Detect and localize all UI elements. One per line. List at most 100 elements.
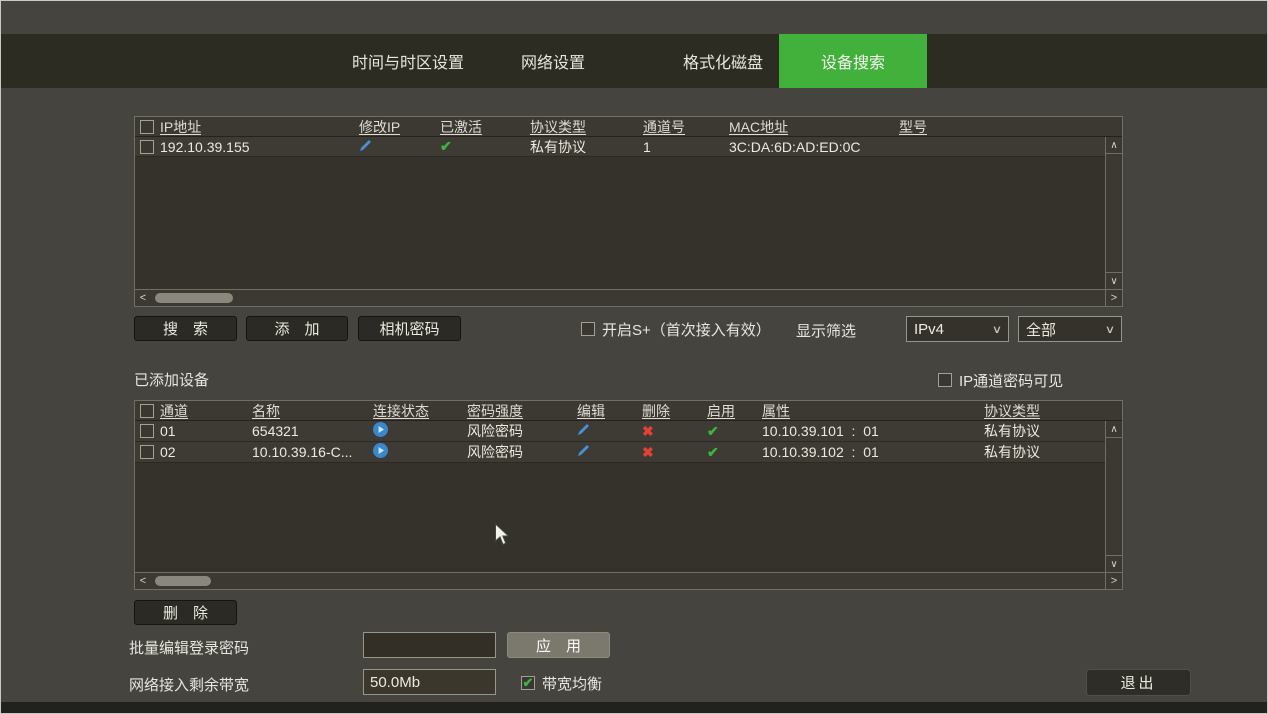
column-header-enable[interactable]: 启用 xyxy=(707,401,735,421)
bandwidth-label: 网络接入剩余带宽 xyxy=(129,674,249,695)
ip-channel-password-option: IP通道密码可见 xyxy=(938,370,1063,390)
table-row[interactable]: 192.10.39.155 ✔ 私有协议 1 3C:DA:6D:AD:ED:0C xyxy=(135,137,1105,157)
apply-button[interactable]: 应 用 xyxy=(507,632,610,658)
search-table-body: 192.10.39.155 ✔ 私有协议 1 3C:DA:6D:AD:ED:0C… xyxy=(135,137,1122,289)
row-checkbox[interactable] xyxy=(140,445,154,459)
scroll-left-icon[interactable]: < xyxy=(135,573,151,589)
exit-button[interactable]: 退出 xyxy=(1086,669,1191,696)
column-header-connection[interactable]: 连接状态 xyxy=(373,401,429,421)
edit-icon[interactable] xyxy=(577,423,590,439)
bandwidth-balance-option: ✔ 带宽均衡 xyxy=(521,673,602,693)
cell-protocol: 私有协议 xyxy=(984,421,1040,441)
scope-value: 全部 xyxy=(1026,319,1056,340)
horizontal-scrollbar[interactable]: < > xyxy=(135,572,1122,589)
cell-attribute: 10.10.39.102 : 01 xyxy=(762,444,879,460)
column-header-delete[interactable]: 删除 xyxy=(642,401,670,421)
scope-dropdown[interactable]: 全部 ∨ xyxy=(1018,316,1122,342)
ip-channel-password-label: IP通道密码可见 xyxy=(959,370,1063,391)
column-header-protocol[interactable]: 协议类型 xyxy=(530,117,586,137)
tab-time-timezone[interactable]: 时间与时区设置 xyxy=(333,34,483,88)
camera-password-button[interactable]: 相机密码 xyxy=(358,316,461,341)
scroll-down-icon[interactable]: ∨ xyxy=(1106,272,1122,289)
cell-channel: 02 xyxy=(160,444,176,460)
scroll-up-icon[interactable]: ∧ xyxy=(1106,137,1122,154)
connection-status-play-icon[interactable] xyxy=(373,443,388,461)
table-row[interactable]: 01 654321 风险密码 ✖ ✔ 10.10.39.101 : 01 xyxy=(135,421,1105,442)
activated-check-icon: ✔ xyxy=(440,138,452,155)
s-plus-label: 开启S+（首次接入有效） xyxy=(602,319,771,340)
scrollbar-thumb[interactable] xyxy=(155,576,211,586)
s-plus-option: 开启S+（首次接入有效） xyxy=(581,319,771,339)
column-header-password-strength[interactable]: 密码强度 xyxy=(467,401,523,421)
enable-check-icon[interactable]: ✔ xyxy=(707,423,719,440)
vertical-scrollbar[interactable]: ∧ ∨ xyxy=(1105,137,1122,289)
scroll-down-icon[interactable]: ∨ xyxy=(1106,555,1122,572)
row-checkbox[interactable] xyxy=(140,424,154,438)
cell-protocol: 私有协议 xyxy=(530,137,586,157)
scroll-left-icon[interactable]: < xyxy=(135,290,151,306)
delete-icon[interactable]: ✖ xyxy=(642,423,654,440)
connection-status-play-icon[interactable] xyxy=(373,422,388,440)
bandwidth-balance-label: 带宽均衡 xyxy=(542,673,602,694)
cell-ip: 192.10.39.155 xyxy=(160,139,250,155)
tab-device-search[interactable]: 设备搜索 xyxy=(779,34,927,88)
horizontal-scrollbar[interactable]: < > xyxy=(135,289,1122,306)
filter-label: 显示筛选 xyxy=(796,320,856,341)
cell-password-strength: 风险密码 xyxy=(467,442,523,462)
column-header-modify-ip[interactable]: 修改IP xyxy=(359,117,400,137)
column-header-channel[interactable]: 通道 xyxy=(160,401,188,421)
select-all-checkbox[interactable] xyxy=(140,120,154,134)
delete-icon[interactable]: ✖ xyxy=(642,444,654,461)
added-devices-table: 通道 名称 连接状态 密码强度 编辑 删除 启用 属性 协议类型 01 6543… xyxy=(134,400,1123,590)
row-checkbox[interactable] xyxy=(140,140,154,154)
add-button[interactable]: 添 加 xyxy=(246,316,348,341)
column-header-channel-no[interactable]: 通道号 xyxy=(643,117,685,137)
added-table-header: 通道 名称 连接状态 密码强度 编辑 删除 启用 属性 协议类型 xyxy=(135,401,1122,421)
added-table-body: 01 654321 风险密码 ✖ ✔ 10.10.39.101 : 01 xyxy=(135,421,1122,572)
device-search-window: 时间与时区设置 网络设置 格式化磁盘 设备搜索 IP地址 修改IP 已激活 协议… xyxy=(0,0,1268,714)
tab-format-disk[interactable]: 格式化磁盘 xyxy=(648,34,798,88)
vertical-scrollbar[interactable]: ∧ ∨ xyxy=(1105,421,1122,572)
batch-password-input[interactable] xyxy=(363,632,496,658)
cell-channel-no: 1 xyxy=(643,139,651,155)
bottom-strip xyxy=(1,702,1267,713)
cell-mac: 3C:DA:6D:AD:ED:0C xyxy=(729,139,860,155)
settings-tabbar: 时间与时区设置 网络设置 格式化磁盘 设备搜索 xyxy=(1,34,1267,88)
column-header-model[interactable]: 型号 xyxy=(899,117,927,137)
search-button[interactable]: 搜 索 xyxy=(134,316,237,341)
enable-check-icon[interactable]: ✔ xyxy=(707,444,719,461)
scrollbar-thumb[interactable] xyxy=(155,293,233,303)
scroll-right-icon[interactable]: > xyxy=(1105,573,1122,589)
ip-version-dropdown[interactable]: IPv4 ∨ xyxy=(906,316,1009,342)
table-row[interactable]: 02 10.10.39.16-C... 风险密码 ✖ ✔ 10.10.39.10… xyxy=(135,442,1105,463)
bandwidth-balance-checkbox[interactable]: ✔ xyxy=(521,676,535,690)
column-header-protocol[interactable]: 协议类型 xyxy=(984,401,1040,421)
bandwidth-input[interactable] xyxy=(363,669,496,695)
tab-network[interactable]: 网络设置 xyxy=(478,34,628,88)
column-header-ip[interactable]: IP地址 xyxy=(160,117,201,137)
column-header-name[interactable]: 名称 xyxy=(252,401,280,421)
added-devices-title: 已添加设备 xyxy=(134,369,209,390)
column-header-mac[interactable]: MAC地址 xyxy=(729,117,788,137)
check-icon: ✔ xyxy=(523,676,534,689)
ip-version-value: IPv4 xyxy=(914,321,944,338)
column-header-attribute[interactable]: 属性 xyxy=(762,401,790,421)
chevron-down-icon: ∨ xyxy=(1105,323,1115,336)
scroll-right-icon[interactable]: > xyxy=(1105,290,1122,306)
column-header-activated[interactable]: 已激活 xyxy=(440,117,482,137)
delete-button[interactable]: 删 除 xyxy=(134,600,237,625)
scroll-up-icon[interactable]: ∧ xyxy=(1106,421,1122,438)
chevron-down-icon: ∨ xyxy=(992,323,1002,336)
edit-icon[interactable] xyxy=(577,444,590,460)
column-header-edit[interactable]: 编辑 xyxy=(577,401,605,421)
cell-name: 10.10.39.16-C... xyxy=(252,444,352,460)
ip-channel-password-checkbox[interactable] xyxy=(938,373,952,387)
cell-protocol: 私有协议 xyxy=(984,442,1040,462)
batch-password-label: 批量编辑登录密码 xyxy=(129,637,249,658)
edit-ip-icon[interactable] xyxy=(359,139,372,155)
cell-password-strength: 风险密码 xyxy=(467,421,523,441)
select-all-checkbox[interactable] xyxy=(140,404,154,418)
cell-channel: 01 xyxy=(160,423,176,439)
cell-name: 654321 xyxy=(252,423,299,439)
s-plus-checkbox[interactable] xyxy=(581,322,595,336)
